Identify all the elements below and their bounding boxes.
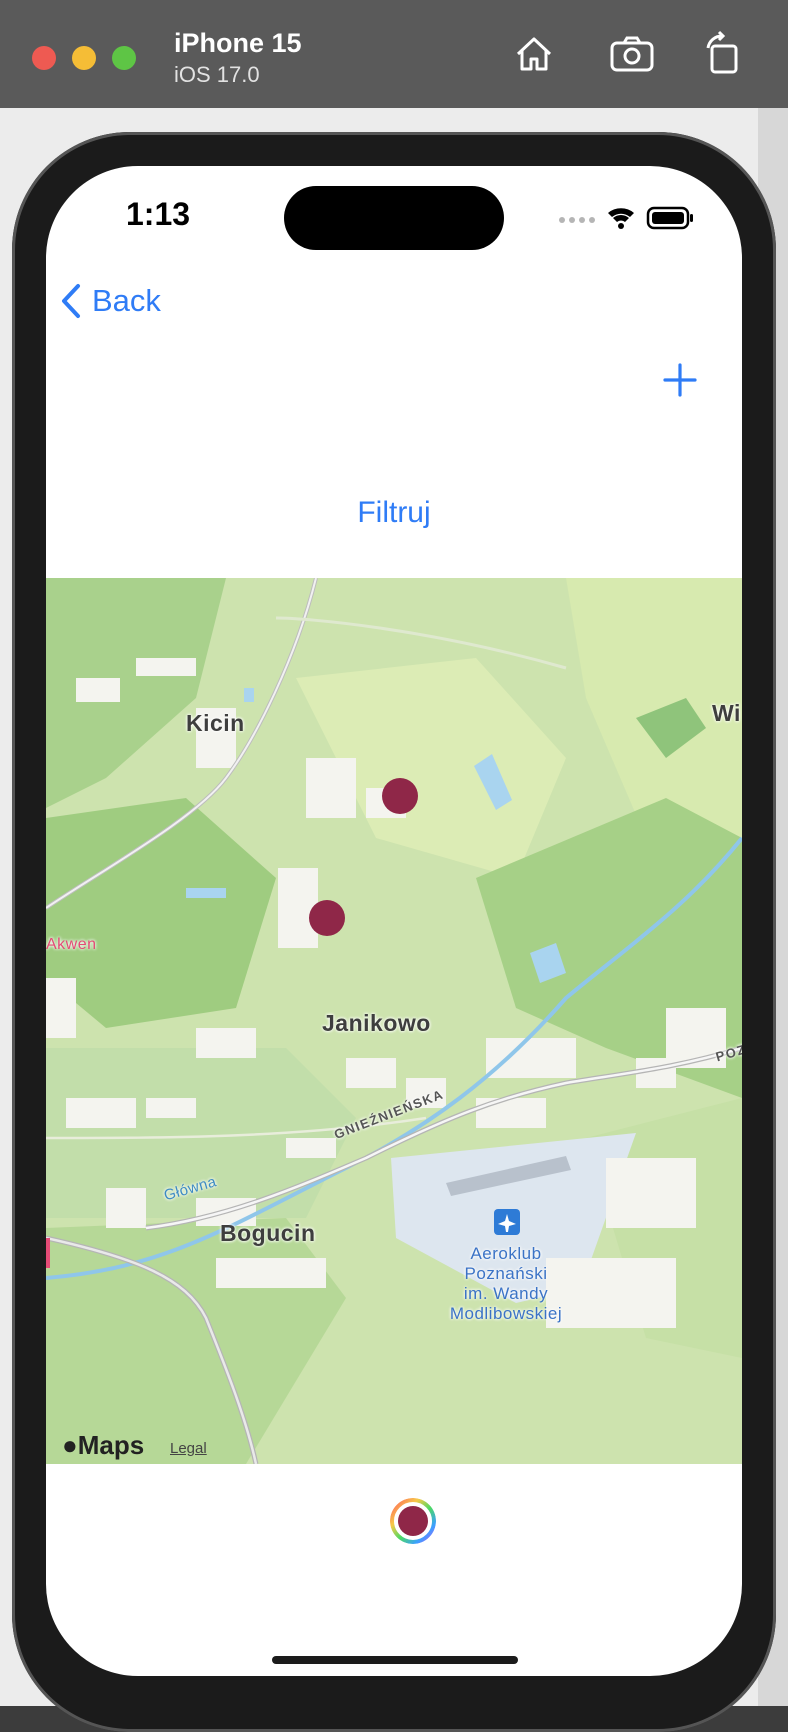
back-label: Back: [92, 283, 161, 318]
map-label-wi: Wi: [712, 700, 741, 726]
map-label-janikowo: Janikowo: [322, 1010, 431, 1036]
minimize-window-button[interactable]: [72, 46, 96, 70]
close-window-button[interactable]: [32, 46, 56, 70]
plus-icon[interactable]: [662, 362, 698, 398]
home-icon[interactable]: [510, 30, 558, 78]
back-button[interactable]: Back: [60, 278, 161, 324]
filter-button[interactable]: Filtruj: [46, 496, 742, 530]
map-label-kicin: Kicin: [186, 710, 245, 736]
dynamic-island: [284, 186, 504, 250]
maps-attribution: ●Maps: [62, 1430, 145, 1460]
os-version: iOS 17.0: [174, 62, 260, 87]
cellular-icon: [559, 217, 595, 223]
zoom-window-button[interactable]: [112, 46, 136, 70]
map-pin[interactable]: [382, 778, 418, 814]
chevron-left-icon: [62, 284, 80, 318]
status-time: 1:13: [126, 196, 191, 232]
map-label-akwen: Akwen: [46, 936, 97, 953]
battery-icon: [646, 206, 693, 230]
map-label-bogucin: Bogucin: [220, 1220, 316, 1246]
simulator-toolbar: iPhone 15 iOS 17.0: [0, 0, 788, 109]
app-screen: 1:13 Back Filtruj Kicin Wi Akwen Janikow…: [46, 166, 742, 1676]
status-icons: [559, 206, 693, 230]
home-indicator[interactable]: [272, 1656, 518, 1664]
legal-link[interactable]: Legal: [170, 1440, 207, 1457]
wifi-icon: [608, 208, 634, 229]
apple-logo-icon: ●: [62, 1430, 78, 1460]
screenshot-icon[interactable]: [608, 30, 656, 78]
map-label-airport: Aeroklub Poznański im. Wandy Modlibowski…: [449, 1244, 563, 1323]
map-pin[interactable]: [309, 900, 345, 936]
device-name: iPhone 15: [174, 28, 302, 58]
rotate-icon[interactable]: [700, 30, 748, 78]
airport-icon: [494, 1209, 520, 1235]
location-record-button[interactable]: [390, 1498, 436, 1544]
map-view[interactable]: Kicin Wi Akwen Janikowo GNIEŹNIEŃSKA Głó…: [46, 578, 742, 1464]
